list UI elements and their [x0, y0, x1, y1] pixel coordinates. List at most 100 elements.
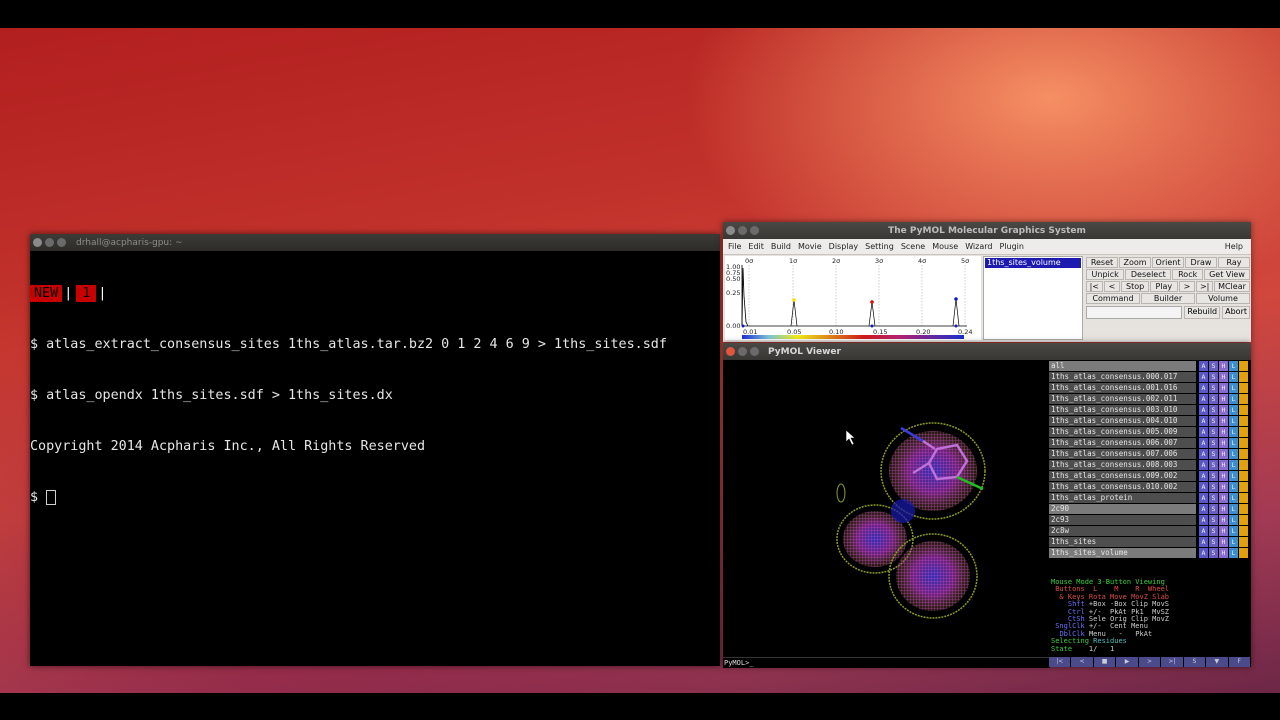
peak-marker[interactable] [954, 297, 958, 301]
object-color-menu-button[interactable] [1239, 405, 1248, 415]
object-show-menu-button[interactable]: S [1209, 383, 1218, 393]
menu-file[interactable]: File [728, 242, 741, 251]
object-action-menu-button[interactable]: A [1199, 427, 1208, 437]
maximize-icon[interactable] [57, 238, 66, 247]
object-color-menu-button[interactable] [1239, 416, 1248, 426]
object-hide-menu-button[interactable]: H [1219, 504, 1228, 514]
terminal-tab-new[interactable]: NEW [30, 285, 63, 302]
object-color-menu-button[interactable] [1239, 482, 1248, 492]
3d-viewport[interactable] [723, 361, 1049, 657]
object-action-menu-button[interactable]: A [1199, 515, 1208, 525]
next-frame-button[interactable]: > [1178, 281, 1196, 292]
object-row[interactable]: 2c8w A S H L [1049, 526, 1251, 536]
object-hide-menu-button[interactable]: H [1219, 449, 1228, 459]
object-color-menu-button[interactable] [1239, 493, 1248, 503]
volume-histogram-panel[interactable]: 0σ 1σ 2σ 3σ 4σ 5σ 1.00 0.75 0.50 0.25 0.… [725, 256, 981, 340]
pymol-gui-window[interactable]: The PyMOL Molecular Graphics System File… [723, 222, 1251, 342]
play-button[interactable]: Play [1149, 281, 1178, 292]
object-color-menu-button[interactable] [1239, 537, 1248, 547]
object-name[interactable]: 1ths_atlas_consensus.007.006 [1049, 449, 1196, 459]
object-label-menu-button[interactable]: L [1229, 394, 1238, 404]
object-action-menu-button[interactable]: A [1199, 460, 1208, 470]
menu-setting[interactable]: Setting [865, 242, 894, 251]
builder-button[interactable]: Builder [1141, 293, 1195, 304]
object-label-menu-button[interactable]: L [1229, 460, 1238, 470]
object-show-menu-button[interactable]: S [1209, 438, 1218, 448]
object-row[interactable]: 1ths_sites_volume A S H L [1049, 548, 1251, 558]
object-name[interactable]: 1ths_sites_volume [1049, 548, 1196, 558]
object-show-menu-button[interactable]: S [1209, 427, 1218, 437]
object-show-menu-button[interactable]: S [1209, 493, 1218, 503]
object-hide-menu-button[interactable]: H [1219, 515, 1228, 525]
object-name[interactable]: 1ths_atlas_protein [1049, 493, 1196, 503]
menu-edit[interactable]: Edit [748, 242, 764, 251]
object-name[interactable]: 1ths_atlas_consensus.001.016 [1049, 383, 1196, 393]
object-color-menu-button[interactable] [1239, 515, 1248, 525]
abort-button[interactable]: Abort [1222, 306, 1250, 319]
volume-object-list[interactable]: 1ths_sites_volume [983, 256, 1083, 340]
zoom-button[interactable]: Zoom [1119, 257, 1151, 268]
object-row[interactable]: all A S H L [1049, 361, 1251, 371]
object-name[interactable]: 1ths_atlas_consensus.004.010 [1049, 416, 1196, 426]
terminal-titlebar[interactable]: drhall@acpharis-gpu: ~ [30, 234, 720, 251]
object-show-menu-button[interactable]: S [1209, 471, 1218, 481]
object-show-menu-button[interactable]: S [1209, 515, 1218, 525]
object-hide-menu-button[interactable]: H [1219, 438, 1228, 448]
object-hide-menu-button[interactable]: H [1219, 416, 1228, 426]
menu-help[interactable]: Help [1225, 242, 1243, 251]
rebuild-button[interactable]: Rebuild [1184, 306, 1221, 319]
object-name[interactable]: 2c8w [1049, 526, 1196, 536]
menu-wizard[interactable]: Wizard [965, 242, 992, 251]
object-name[interactable]: 1ths_atlas_consensus.002.011 [1049, 394, 1196, 404]
terminal-window[interactable]: drhall@acpharis-gpu: ~ NEW | 1 | $ atlas_ex… [30, 234, 720, 666]
orient-button[interactable]: Orient [1152, 257, 1184, 268]
menu-display[interactable]: Display [829, 242, 859, 251]
object-name[interactable]: 1ths_atlas_consensus.005.009 [1049, 427, 1196, 437]
volume-histogram[interactable]: 0σ 1σ 2σ 3σ 4σ 5σ 1.00 0.75 0.50 0.25 0.… [725, 256, 981, 340]
object-color-menu-button[interactable] [1239, 372, 1248, 382]
object-action-menu-button[interactable]: A [1199, 548, 1208, 558]
object-label-menu-button[interactable]: L [1229, 471, 1238, 481]
object-hide-menu-button[interactable]: H [1219, 537, 1228, 547]
pymol-viewer-window[interactable]: PyMOL Viewer PyMOL>_ all A S H L 1ths_at… [723, 343, 1251, 668]
object-color-menu-button[interactable] [1239, 526, 1248, 536]
object-row[interactable]: 1ths_atlas_consensus.001.016 A S H L [1049, 383, 1251, 393]
last-frame-button[interactable]: >| [1196, 281, 1213, 292]
object-color-menu-button[interactable] [1239, 383, 1248, 393]
object-name[interactable]: 1ths_atlas_consensus.009.002 [1049, 471, 1196, 481]
object-action-menu-button[interactable]: A [1199, 383, 1208, 393]
object-action-menu-button[interactable]: A [1199, 372, 1208, 382]
object-hide-menu-button[interactable]: H [1219, 405, 1228, 415]
object-label-menu-button[interactable]: L [1229, 416, 1238, 426]
object-action-menu-button[interactable]: A [1199, 416, 1208, 426]
object-action-menu-button[interactable]: A [1199, 438, 1208, 448]
object-label-menu-button[interactable]: L [1229, 526, 1238, 536]
object-hide-menu-button[interactable]: H [1219, 394, 1228, 404]
terminal-tab-1[interactable]: 1 [76, 285, 97, 302]
object-row[interactable]: 1ths_atlas_consensus.000.017 A S H L [1049, 372, 1251, 382]
rock-button[interactable]: Rock [1172, 269, 1203, 280]
object-action-menu-button[interactable]: A [1199, 482, 1208, 492]
movie-next-button[interactable]: > [1138, 657, 1162, 667]
object-row[interactable]: 1ths_atlas_consensus.004.010 A S H L [1049, 416, 1251, 426]
object-label-menu-button[interactable]: L [1229, 427, 1238, 437]
object-hide-menu-button[interactable]: H [1219, 526, 1228, 536]
object-hide-menu-button[interactable]: H [1219, 460, 1228, 470]
object-row[interactable]: 1ths_atlas_consensus.003.010 A S H L [1049, 405, 1251, 415]
object-color-menu-button[interactable] [1239, 394, 1248, 404]
object-label-menu-button[interactable]: L [1229, 361, 1238, 371]
object-color-menu-button[interactable] [1239, 471, 1248, 481]
command-input[interactable] [1086, 306, 1183, 319]
object-label-menu-button[interactable]: L [1229, 482, 1238, 492]
menu-mouse[interactable]: Mouse [932, 242, 958, 251]
object-row[interactable]: 2c90 A S H L [1049, 504, 1251, 514]
close-icon[interactable] [33, 238, 42, 247]
first-frame-button[interactable]: |< [1086, 281, 1103, 292]
pymol-gui-titlebar[interactable]: The PyMOL Molecular Graphics System [723, 222, 1251, 239]
object-label-menu-button[interactable]: L [1229, 438, 1238, 448]
object-action-menu-button[interactable]: A [1199, 526, 1208, 536]
object-hide-menu-button[interactable]: H [1219, 427, 1228, 437]
object-show-menu-button[interactable]: S [1209, 482, 1218, 492]
object-row[interactable]: 1ths_atlas_consensus.010.002 A S H L [1049, 482, 1251, 492]
object-label-menu-button[interactable]: L [1229, 449, 1238, 459]
